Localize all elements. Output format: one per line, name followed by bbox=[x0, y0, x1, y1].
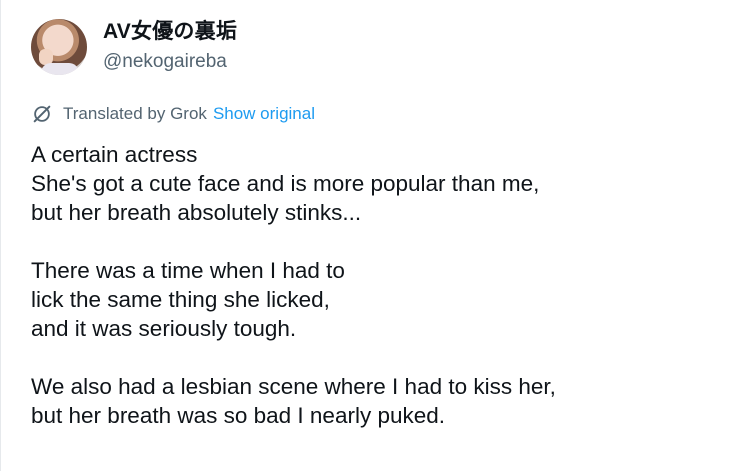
tweet-line: lick the same thing she licked, bbox=[31, 287, 330, 312]
tweet-line: There was a time when I had to bbox=[31, 258, 345, 283]
tweet-line: We also had a lesbian scene where I had … bbox=[31, 374, 556, 399]
tweet-card: AV女優の裏垢 @nekogaireba Translated by Grok … bbox=[0, 0, 738, 471]
tweet-line: and it was seriously tough. bbox=[31, 316, 297, 341]
tweet-header: AV女優の裏垢 @nekogaireba bbox=[31, 18, 237, 75]
tweet-line: A certain actress bbox=[31, 142, 198, 167]
translation-notice: Translated by Grok Show original bbox=[31, 102, 315, 126]
tweet-line: but her breath was so bad I nearly puked… bbox=[31, 403, 446, 428]
user-handle[interactable]: @nekogaireba bbox=[103, 49, 237, 75]
tweet-line: She's got a cute face and is more popula… bbox=[31, 171, 540, 196]
translated-by-label: Translated by Grok bbox=[63, 104, 207, 123]
display-name[interactable]: AV女優の裏垢 bbox=[103, 18, 237, 46]
translate-slash-icon bbox=[33, 105, 51, 123]
tweet-text: A certain actress She's got a cute face … bbox=[31, 140, 721, 430]
tweet-line: but her breath absolutely stinks... bbox=[31, 200, 362, 225]
avatar-shirt bbox=[41, 62, 79, 75]
avatar[interactable] bbox=[31, 18, 87, 75]
show-original-link[interactable]: Show original bbox=[213, 104, 315, 124]
user-names: AV女優の裏垢 @nekogaireba bbox=[103, 18, 237, 75]
